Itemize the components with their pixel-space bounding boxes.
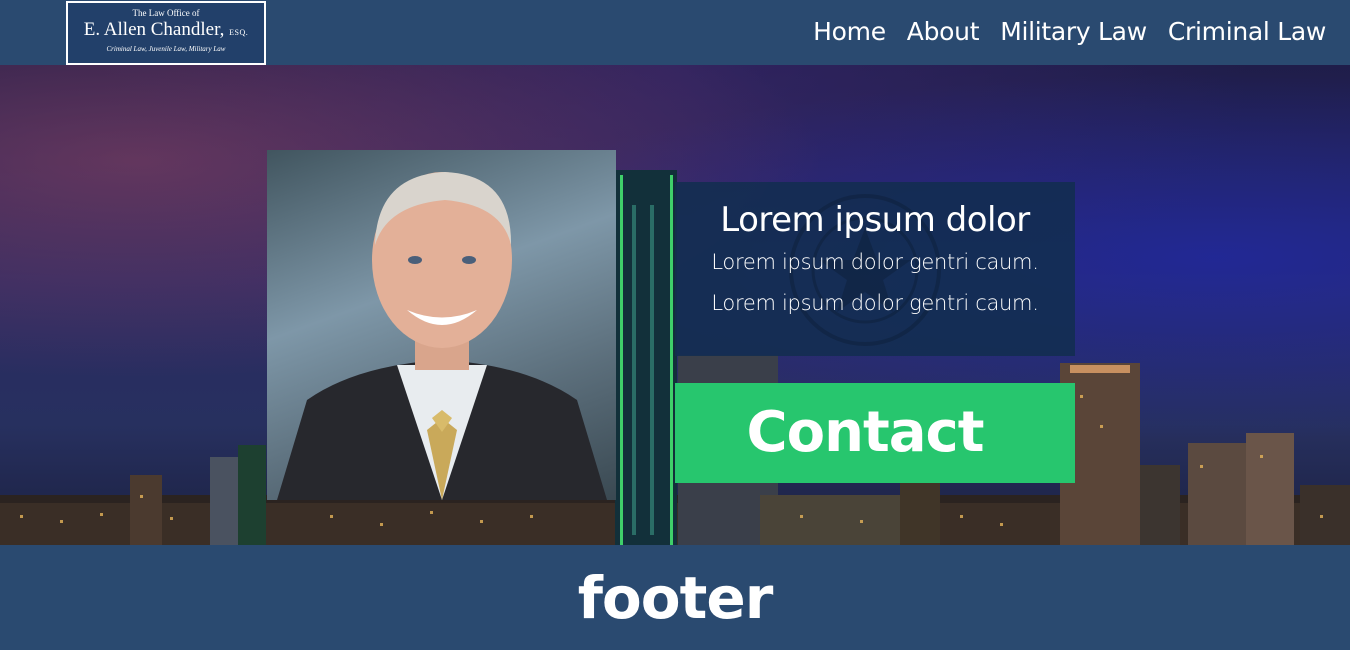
intro-line-1: Lorem ipsum dolor gentri caum. [711, 250, 1039, 274]
hero-section: Lorem ipsum dolor Lorem ipsum dolor gent… [0, 65, 1350, 545]
site-header: The Law Office of E. Allen Chandler, ESQ… [0, 0, 1350, 65]
logo-name-text: E. Allen Chandler, [83, 19, 225, 40]
main-nav: Home About Military Law Criminal Law [792, 14, 1326, 50]
nav-criminal-law[interactable]: Criminal Law [1168, 14, 1326, 50]
contact-button[interactable]: Contact [675, 383, 1075, 483]
logo-tagline: Criminal Law, Juvenile Law, Military Law [106, 45, 226, 53]
logo-suffix: ESQ. [229, 28, 249, 37]
site-logo[interactable]: The Law Office of E. Allen Chandler, ESQ… [66, 1, 266, 65]
nav-about[interactable]: About [907, 14, 980, 50]
nav-home[interactable]: Home [813, 14, 886, 50]
logo-name: E. Allen Chandler, ESQ. [68, 19, 264, 44]
nav-military-law[interactable]: Military Law [1000, 14, 1147, 50]
logo-top-line: The Law Office of [132, 8, 200, 18]
intro-card: Lorem ipsum dolor Lorem ipsum dolor gent… [675, 182, 1075, 356]
footer-text: footer [577, 564, 774, 632]
intro-line-2: Lorem ipsum dolor gentri caum. [711, 291, 1039, 315]
attorney-portrait-photo [267, 150, 616, 500]
attorney-portrait-illustration [277, 172, 607, 500]
site-footer: footer [0, 545, 1350, 650]
intro-title: Lorem ipsum dolor [720, 200, 1030, 240]
